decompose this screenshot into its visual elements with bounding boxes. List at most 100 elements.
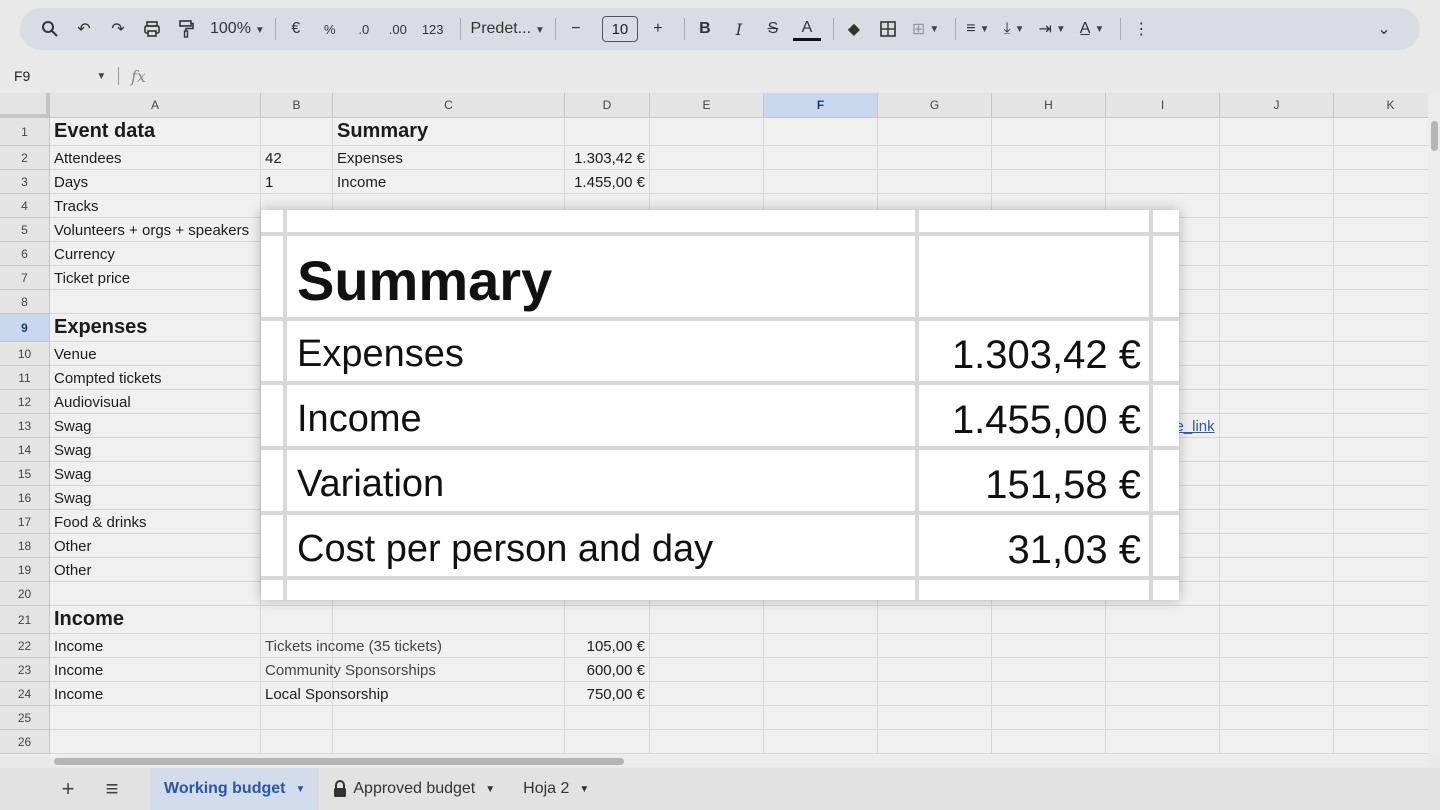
cell-i22[interactable] xyxy=(1106,634,1220,658)
cell-a21[interactable]: Income xyxy=(50,606,261,634)
cell-h22[interactable] xyxy=(992,634,1106,658)
horizontal-align-icon[interactable]: ≡ ▼ xyxy=(962,14,993,44)
italic-button[interactable]: I xyxy=(725,14,753,44)
cell-a23[interactable]: Income xyxy=(50,658,261,682)
cell-c1[interactable]: Summary xyxy=(333,118,565,146)
cell-d25[interactable] xyxy=(565,706,650,730)
cell-j7[interactable] xyxy=(1220,266,1334,290)
cell-g25[interactable] xyxy=(878,706,992,730)
row-header[interactable]: 13 xyxy=(0,414,50,438)
cell-j12[interactable] xyxy=(1220,390,1334,414)
cell-b23[interactable]: Community Sponsorships xyxy=(261,658,436,682)
cell-k12[interactable] xyxy=(1334,390,1428,414)
row-header[interactable]: 22 xyxy=(0,634,50,658)
cell-a10[interactable]: Venue xyxy=(50,342,261,366)
font-size-input[interactable]: 10 xyxy=(601,16,638,42)
cell-h25[interactable] xyxy=(992,706,1106,730)
cell-k2[interactable] xyxy=(1334,146,1428,170)
cell-k16[interactable] xyxy=(1334,486,1428,510)
formula-input[interactable] xyxy=(158,66,1440,86)
row-header[interactable]: 24 xyxy=(0,682,50,706)
cell-e25[interactable] xyxy=(650,706,764,730)
cell-j15[interactable] xyxy=(1220,462,1334,486)
cell-j26[interactable] xyxy=(1220,730,1334,754)
cell-i23[interactable] xyxy=(1106,658,1220,682)
cell-h21[interactable] xyxy=(992,606,1106,634)
cell-e1[interactable] xyxy=(650,118,764,146)
cell-g21[interactable] xyxy=(878,606,992,634)
cell-a8[interactable] xyxy=(50,290,261,314)
cell-i25[interactable] xyxy=(1106,706,1220,730)
cell-a12[interactable]: Audiovisual xyxy=(50,390,261,414)
cell-g24[interactable] xyxy=(878,682,992,706)
font-size-decrease-button[interactable]: − xyxy=(562,14,590,44)
cell-b24[interactable]: Local Sponsorship xyxy=(261,682,388,706)
cell-b22[interactable]: Tickets income (35 tickets) xyxy=(261,634,442,658)
cell-f21[interactable] xyxy=(764,606,878,634)
cell-k11[interactable] xyxy=(1334,366,1428,390)
cell-b25[interactable] xyxy=(261,706,333,730)
cell-c24[interactable] xyxy=(333,682,565,706)
cell-h23[interactable] xyxy=(992,658,1106,682)
cell-k24[interactable] xyxy=(1334,682,1428,706)
cell-h24[interactable] xyxy=(992,682,1106,706)
row-header[interactable]: 26 xyxy=(0,730,50,754)
undo-icon[interactable]: ↶ xyxy=(70,14,98,44)
row-header[interactable]: 12 xyxy=(0,390,50,414)
cell-d24[interactable]: 750,00 € xyxy=(565,682,650,706)
horizontal-scroll-thumb[interactable] xyxy=(54,758,624,765)
cell-j25[interactable] xyxy=(1220,706,1334,730)
cell-a18[interactable]: Other xyxy=(50,534,261,558)
cell-j23[interactable] xyxy=(1220,658,1334,682)
cell-j21[interactable] xyxy=(1220,606,1334,634)
sheet-tab-hoja-2[interactable]: Hoja 2 ▼ xyxy=(509,768,603,810)
cell-k17[interactable] xyxy=(1334,510,1428,534)
percent-format-button[interactable]: % xyxy=(316,14,344,44)
cell-g26[interactable] xyxy=(878,730,992,754)
cell-k15[interactable] xyxy=(1334,462,1428,486)
cell-a4[interactable]: Tracks xyxy=(50,194,261,218)
row-header[interactable]: 4 xyxy=(0,194,50,218)
cell-f22[interactable] xyxy=(764,634,878,658)
row-header[interactable]: 19 xyxy=(0,558,50,582)
cell-c26[interactable] xyxy=(333,730,565,754)
cell-j19[interactable] xyxy=(1220,558,1334,582)
vertical-align-icon[interactable]: ⤓ ▼ xyxy=(999,14,1028,44)
cell-a24[interactable]: Income xyxy=(50,682,261,706)
vertical-scroll-thumb[interactable] xyxy=(1431,121,1438,151)
cell-h1[interactable] xyxy=(992,118,1106,146)
cell-a3[interactable]: Days xyxy=(50,170,261,194)
column-header[interactable]: E xyxy=(650,93,764,118)
cell-k18[interactable] xyxy=(1334,534,1428,558)
column-header[interactable]: K xyxy=(1334,93,1428,118)
cell-i24[interactable] xyxy=(1106,682,1220,706)
cell-a9[interactable]: Expenses xyxy=(50,314,261,342)
cell-a6[interactable]: Currency xyxy=(50,242,261,266)
decrease-decimal-button[interactable]: .0 xyxy=(350,14,378,44)
vertical-scrollbar[interactable] xyxy=(1428,93,1440,755)
font-family-select[interactable]: Predet... ▼ xyxy=(467,20,549,38)
cell-k5[interactable] xyxy=(1334,218,1428,242)
cell-k1[interactable] xyxy=(1334,118,1428,146)
cell-d2[interactable]: 1.303,42 € xyxy=(565,146,650,170)
collapse-toolbar-icon[interactable]: ⌄ xyxy=(1370,14,1398,44)
cell-c22[interactable] xyxy=(333,634,565,658)
cell-b2[interactable]: 42 xyxy=(261,146,333,170)
cell-j1[interactable] xyxy=(1220,118,1334,146)
row-header[interactable]: 1 xyxy=(0,118,50,146)
cell-b26[interactable] xyxy=(261,730,333,754)
cell-a19[interactable]: Other xyxy=(50,558,261,582)
add-sheet-icon[interactable]: + xyxy=(46,776,90,802)
row-header[interactable]: 2 xyxy=(0,146,50,170)
column-header[interactable]: I xyxy=(1106,93,1220,118)
select-all-corner[interactable] xyxy=(0,93,50,118)
all-sheets-menu-icon[interactable]: ≡ xyxy=(90,776,134,802)
cell-a14[interactable]: Swag xyxy=(50,438,261,462)
cell-j8[interactable] xyxy=(1220,290,1334,314)
cell-e23[interactable] xyxy=(650,658,764,682)
cell-a7[interactable]: Ticket price xyxy=(50,266,261,290)
currency-format-button[interactable]: € xyxy=(282,14,310,44)
cell-e3[interactable] xyxy=(650,170,764,194)
cell-d23[interactable]: 600,00 € xyxy=(565,658,650,682)
text-wrap-icon[interactable]: ⇥ ▼ xyxy=(1034,14,1069,44)
